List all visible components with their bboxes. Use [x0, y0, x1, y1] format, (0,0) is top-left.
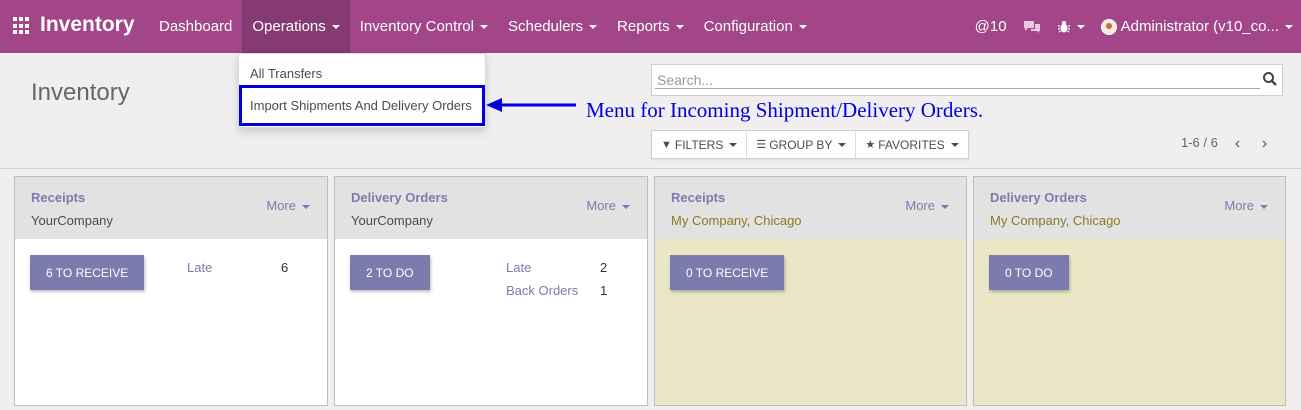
user-name: Administrator (v10_co... [1120, 18, 1279, 35]
search-underline [655, 88, 1260, 89]
to-do-button[interactable]: 0 TO DO [989, 255, 1069, 290]
favorites-button[interactable]: ★ FAVORITES [856, 131, 967, 158]
caret-down-icon [838, 142, 847, 147]
caret-down-icon [1076, 24, 1085, 29]
card-company: YourCompany [351, 213, 433, 228]
menu-label: Operations [252, 18, 326, 35]
groupby-button[interactable]: ☰ GROUP BY [747, 131, 857, 158]
menu-reports[interactable]: Reports [607, 0, 694, 53]
card-company: My Company, Chicago [671, 213, 802, 228]
menu-configuration[interactable]: Configuration [694, 0, 817, 53]
navbar-right: @10 Administrator (v10_co... [967, 0, 1301, 53]
late-count: 2 [600, 260, 608, 275]
favorites-label: FAVORITES [878, 137, 945, 152]
mentions-button[interactable]: @10 [967, 0, 1015, 53]
caret-down-icon [480, 24, 488, 29]
operations-dropdown: All Transfers Import Shipments And Deliv… [238, 53, 486, 128]
back-orders-count: 1 [600, 283, 608, 298]
list-icon: ☰ [756, 139, 767, 151]
menu-label: Schedulers [508, 18, 584, 35]
card-header: Delivery Orders YourCompany More [335, 177, 647, 239]
card-title[interactable]: Delivery Orders [990, 190, 1087, 205]
menu-item-all-transfers[interactable]: All Transfers [250, 66, 322, 81]
apps-grid-icon[interactable] [13, 17, 31, 35]
caret-down-icon [675, 24, 684, 29]
menu-dashboard[interactable]: Dashboard [149, 0, 242, 53]
card-header: Receipts YourCompany More [15, 177, 327, 239]
top-navbar: Inventory Dashboard Operations Inventory… [0, 0, 1301, 53]
pager-previous-icon[interactable]: ‹ [1224, 129, 1251, 159]
more-button[interactable]: More [905, 198, 949, 213]
pager-buttons: ‹ › [1224, 129, 1278, 159]
caret-down-icon [331, 24, 340, 29]
caret-down-icon [798, 24, 807, 29]
more-button[interactable]: More [266, 198, 310, 213]
caret-down-icon [729, 142, 738, 147]
filter-icon: ▼ [661, 138, 672, 151]
annotation-arrow-icon [486, 98, 576, 112]
late-link[interactable]: Late [506, 260, 531, 275]
card-header: Receipts My Company, Chicago More [655, 177, 966, 239]
more-label: More [905, 198, 935, 213]
to-do-button[interactable]: 2 TO DO [350, 255, 430, 290]
more-label: More [266, 198, 296, 213]
more-button[interactable]: More [586, 198, 630, 213]
menu-label: Reports [617, 18, 670, 35]
groupby-label: GROUP BY [769, 137, 833, 152]
menu-item-import-shipments[interactable]: Import Shipments And Delivery Orders [250, 98, 472, 113]
pager-value: 1-6 / 6 [1181, 135, 1218, 150]
mentions-count: @10 [974, 18, 1007, 35]
star-icon: ★ [865, 139, 876, 151]
avatar [1100, 18, 1117, 35]
search-options: ▼ FILTERS ☰ GROUP BY ★ FAVORITES [651, 130, 969, 159]
menu-label: Configuration [703, 18, 793, 35]
page-title: Inventory [31, 79, 130, 106]
card-title[interactable]: Delivery Orders [351, 190, 448, 205]
late-link[interactable]: Late [187, 260, 212, 275]
chat-button[interactable] [1015, 0, 1049, 53]
to-receive-button[interactable]: 6 TO RECEIVE [30, 255, 145, 290]
search-icon[interactable] [1262, 71, 1278, 87]
pager-next-icon[interactable]: › [1251, 129, 1278, 159]
caret-down-icon [622, 204, 630, 209]
card-header: Delivery Orders My Company, Chicago More [974, 177, 1285, 239]
more-button[interactable]: More [1224, 198, 1268, 213]
caret-down-icon [589, 24, 598, 29]
menu-operations[interactable]: Operations [242, 0, 350, 53]
kanban-card-delivery-yourcompany: Delivery Orders YourCompany More 2 TO DO… [334, 176, 648, 406]
card-company: My Company, Chicago [990, 213, 1121, 228]
menu-label: Inventory Control [359, 18, 474, 35]
caret-down-icon [941, 204, 949, 209]
kanban-card-delivery-chicago: Delivery Orders My Company, Chicago More… [973, 176, 1286, 406]
late-count: 6 [281, 260, 289, 275]
to-receive-button[interactable]: 0 TO RECEIVE [670, 255, 785, 290]
filters-label: FILTERS [674, 137, 724, 152]
card-title[interactable]: Receipts [671, 190, 725, 205]
kanban-card-receipts-yourcompany: Receipts YourCompany More 6 TO RECEIVE L… [14, 176, 328, 406]
caret-down-icon [302, 204, 310, 209]
filters-button[interactable]: ▼ FILTERS [652, 131, 748, 158]
menu-inventory-control[interactable]: Inventory Control [350, 0, 498, 53]
control-panel: Inventory Search... Menu for Incoming Sh… [0, 53, 1301, 169]
search-box[interactable]: Search... [651, 64, 1283, 96]
main-menu: Dashboard Operations Inventory Control S… [149, 0, 817, 53]
user-menu[interactable]: Administrator (v10_co... [1093, 0, 1301, 53]
bug-icon [1057, 20, 1070, 33]
card-company: YourCompany [31, 213, 113, 228]
caret-down-icon [1260, 204, 1268, 209]
chat-bubbles-icon [1023, 20, 1040, 33]
kanban-card-receipts-chicago: Receipts My Company, Chicago More 0 TO R… [654, 176, 967, 406]
more-label: More [586, 198, 616, 213]
menu-label: Dashboard [159, 18, 233, 35]
search-input[interactable]: Search... [657, 72, 713, 88]
card-title[interactable]: Receipts [31, 190, 85, 205]
caret-down-icon [1285, 24, 1293, 29]
debug-button[interactable] [1049, 0, 1093, 53]
more-label: More [1224, 198, 1254, 213]
annotation-text: Menu for Incoming Shipment/Delivery Orde… [586, 98, 984, 122]
back-orders-link[interactable]: Back Orders [506, 283, 578, 298]
caret-down-icon [950, 142, 959, 147]
app-brand: Inventory [40, 13, 135, 36]
menu-schedulers[interactable]: Schedulers [498, 0, 607, 53]
